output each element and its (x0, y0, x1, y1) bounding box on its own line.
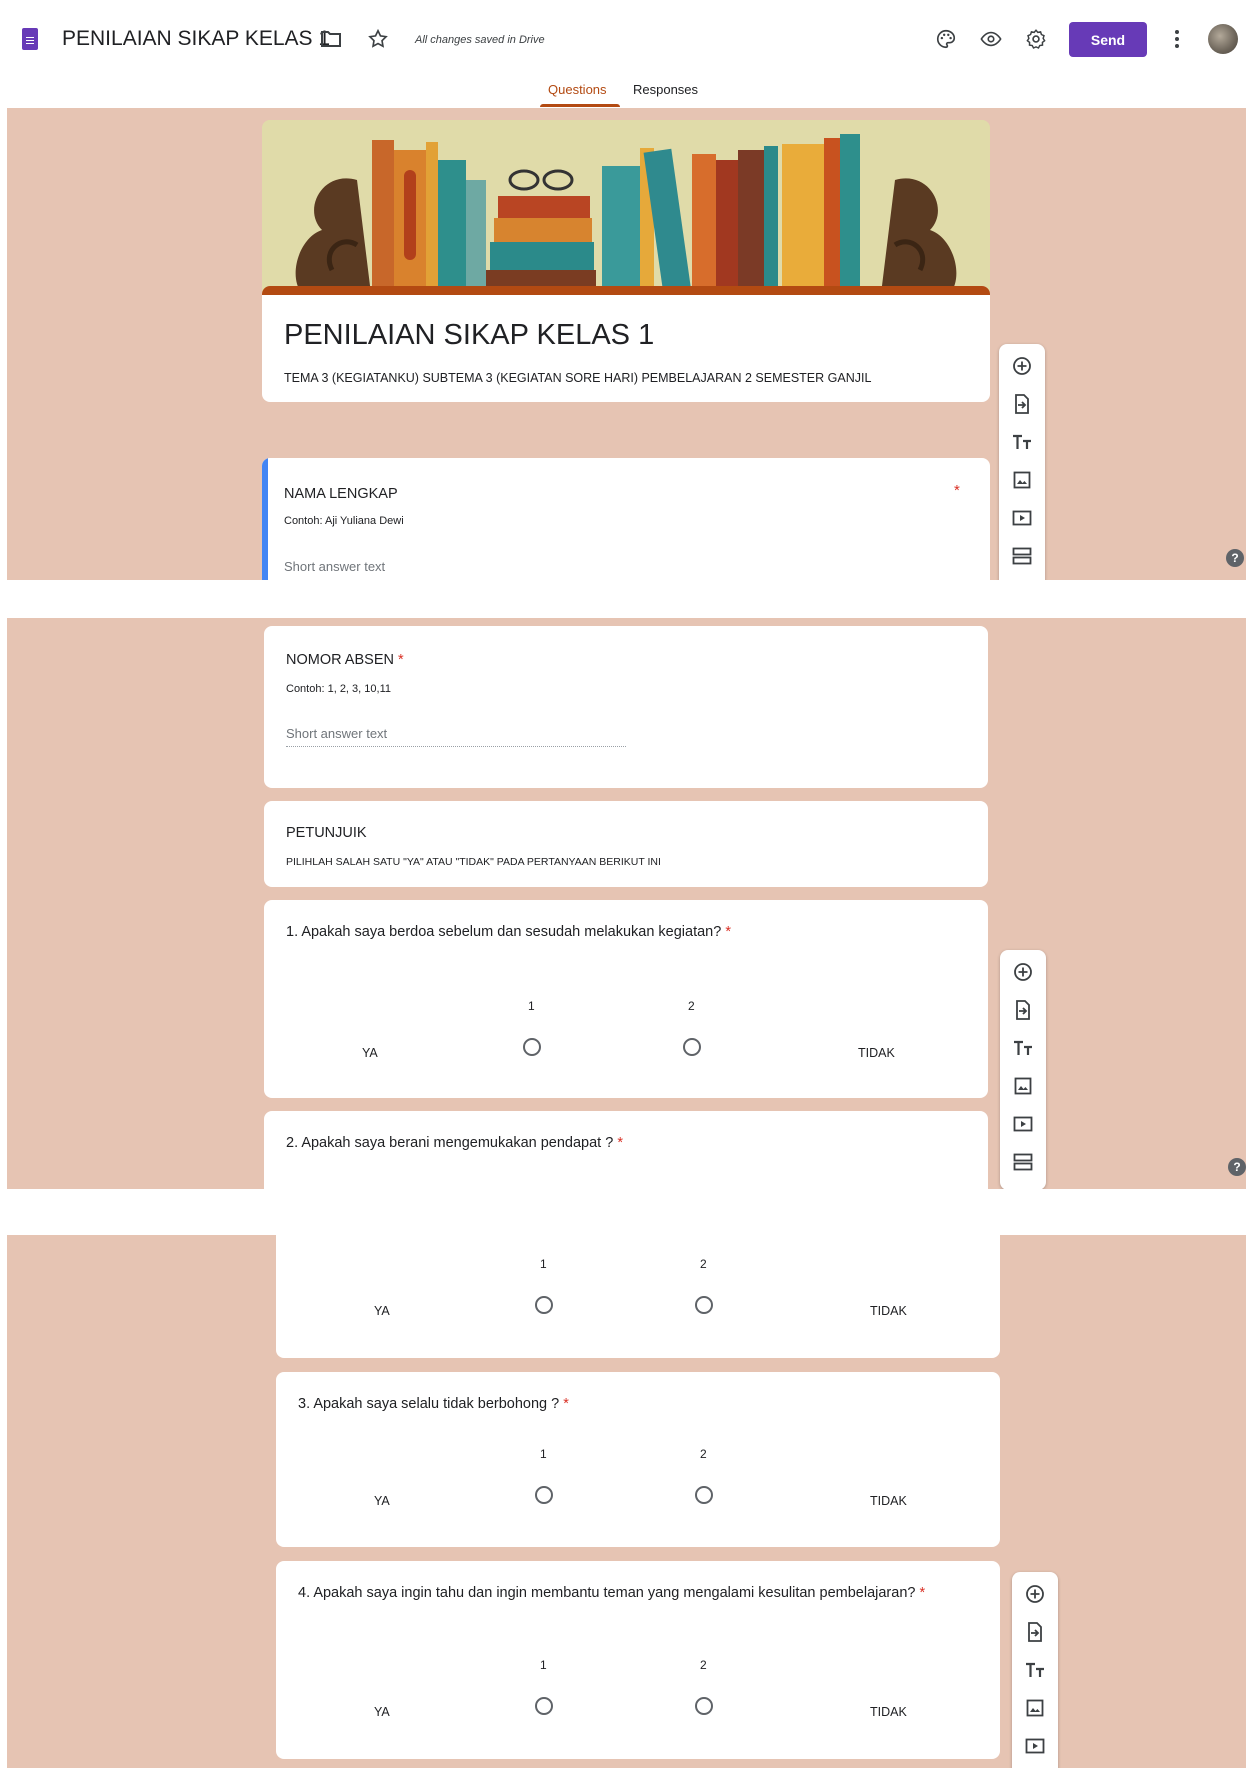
tab-responses[interactable]: Responses (633, 82, 698, 97)
tab-questions[interactable]: Questions (548, 82, 607, 97)
instruction-text: PILIHLAH SALAH SATU "YA" ATAU "TIDAK" PA… (286, 856, 661, 868)
scale-max-label: TIDAK (870, 1304, 907, 1318)
help-icon[interactable]: ? (1228, 1158, 1246, 1176)
radio-option-1[interactable] (535, 1697, 553, 1715)
scale-min-label: YA (374, 1304, 390, 1318)
scale-number-2: 2 (700, 1257, 707, 1271)
radio-option-2[interactable] (683, 1038, 701, 1056)
add-question-icon[interactable] (1023, 1582, 1047, 1606)
question-card-absen[interactable]: NOMOR ABSEN * Contoh: 1, 2, 3, 10,11 Sho… (264, 626, 988, 788)
add-question-icon[interactable] (1011, 960, 1035, 984)
add-question-icon[interactable] (1010, 354, 1034, 378)
question-title[interactable]: NOMOR ABSEN * (286, 652, 404, 668)
import-questions-icon[interactable] (1023, 1620, 1047, 1644)
scale-number-1: 1 (528, 999, 535, 1013)
side-toolbar (1012, 1572, 1058, 1768)
top-bar: PENILAIAN SIKAP KELAS 1 All changes save… (0, 0, 1246, 108)
side-toolbar (999, 344, 1045, 580)
eye-icon[interactable] (977, 25, 1005, 53)
header-image[interactable] (262, 120, 990, 314)
palette-icon[interactable] (932, 25, 960, 53)
scale-min-label: YA (362, 1046, 378, 1060)
question-card-3[interactable]: 3. Apakah saya selalu tidak berbohong ? … (276, 1372, 1000, 1547)
active-tab-indicator (540, 104, 620, 107)
settings-icon[interactable] (1022, 25, 1050, 53)
add-title-icon[interactable] (1011, 1036, 1035, 1060)
radio-option-1[interactable] (535, 1486, 553, 1504)
add-title-icon[interactable] (1023, 1658, 1047, 1682)
question-card-nama[interactable]: NAMA LENGKAP * Contoh: Aji Yuliana Dewi … (262, 458, 990, 580)
saved-status: All changes saved in Drive (415, 34, 545, 46)
short-answer-placeholder: Short answer text (284, 559, 386, 574)
question-hint: Contoh: Aji Yuliana Dewi (284, 515, 404, 527)
question-title[interactable]: NAMA LENGKAP (284, 486, 398, 502)
header-row: PENILAIAN SIKAP KELAS 1 All changes save… (0, 0, 1246, 78)
form-title[interactable]: PENILAIAN SIKAP KELAS 1 (284, 319, 654, 352)
radio-option-2[interactable] (695, 1697, 713, 1715)
tab-bar: Questions Responses (0, 78, 1246, 108)
question-title[interactable]: 1. Apakah saya berdoa sebelum dan sesuda… (286, 924, 731, 940)
scale-number-2: 2 (688, 999, 695, 1013)
add-image-icon[interactable] (1010, 468, 1034, 492)
question-hint: Contoh: 1, 2, 3, 10,11 (286, 683, 391, 695)
question-title[interactable]: 3. Apakah saya selalu tidak berbohong ? … (298, 1396, 569, 1412)
add-image-icon[interactable] (1011, 1074, 1035, 1098)
add-section-icon[interactable] (1011, 1150, 1035, 1174)
import-questions-icon[interactable] (1010, 392, 1034, 416)
question-card-1[interactable]: 1. Apakah saya berdoa sebelum dan sesuda… (264, 900, 988, 1098)
radio-option-1[interactable] (523, 1038, 541, 1056)
form-canvas-bottom: 1 2 YA TIDAK 3. Apakah saya selalu tidak… (7, 1235, 1246, 1768)
scale-max-label: TIDAK (870, 1705, 907, 1719)
header-accent-bar (262, 286, 990, 295)
add-video-icon[interactable] (1023, 1734, 1047, 1758)
add-section-icon[interactable] (1010, 544, 1034, 568)
scale-max-label: TIDAK (870, 1494, 907, 1508)
form-canvas-middle: NOMOR ABSEN * Contoh: 1, 2, 3, 10,11 Sho… (7, 618, 1246, 1189)
form-description[interactable]: TEMA 3 (KEGIATANKU) SUBTEMA 3 (KEGIATAN … (284, 371, 871, 385)
scale-number-2: 2 (700, 1447, 707, 1461)
radio-option-2[interactable] (695, 1296, 713, 1314)
scale-number-1: 1 (540, 1257, 547, 1271)
scale-min-label: YA (374, 1494, 390, 1508)
required-asterisk: * (954, 482, 960, 499)
question-title[interactable]: 4. Apakah saya ingin tahu dan ingin memb… (298, 1585, 925, 1601)
more-vert-icon[interactable] (1163, 25, 1191, 53)
radio-option-1[interactable] (535, 1296, 553, 1314)
help-icon[interactable]: ? (1226, 549, 1244, 567)
instruction-card[interactable]: PETUNJUIK PILIHLAH SALAH SATU "YA" ATAU … (264, 801, 988, 887)
form-name[interactable]: PENILAIAN SIKAP KELAS 1 (62, 27, 330, 51)
scale-min-label: YA (374, 1705, 390, 1719)
avatar[interactable] (1208, 24, 1238, 54)
short-answer-placeholder: Short answer text (286, 726, 388, 741)
radio-option-2[interactable] (695, 1486, 713, 1504)
add-title-icon[interactable] (1010, 430, 1034, 454)
question-card-2-scale[interactable]: 1 2 YA TIDAK (276, 1235, 1000, 1358)
scale-number-1: 1 (540, 1447, 547, 1461)
scale-number-1: 1 (540, 1658, 547, 1672)
scale-max-label: TIDAK (858, 1046, 895, 1060)
star-icon[interactable] (364, 25, 392, 53)
question-card-4[interactable]: 4. Apakah saya ingin tahu dan ingin memb… (276, 1561, 1000, 1759)
add-video-icon[interactable] (1010, 506, 1034, 530)
form-doc-icon[interactable] (22, 28, 38, 50)
selected-indicator (262, 458, 268, 580)
instruction-title[interactable]: PETUNJUIK (286, 825, 367, 841)
side-toolbar (1000, 950, 1046, 1189)
answer-underline (286, 746, 626, 747)
send-button[interactable]: Send (1069, 22, 1147, 57)
import-questions-icon[interactable] (1011, 998, 1035, 1022)
question-card-2[interactable]: 2. Apakah saya berani mengemukakan penda… (264, 1111, 988, 1189)
add-image-icon[interactable] (1023, 1696, 1047, 1720)
question-title[interactable]: 2. Apakah saya berani mengemukakan penda… (286, 1135, 623, 1151)
folder-icon[interactable] (317, 25, 345, 53)
add-video-icon[interactable] (1011, 1112, 1035, 1136)
form-canvas-top: PENILAIAN SIKAP KELAS 1 TEMA 3 (KEGIATAN… (7, 108, 1246, 580)
google-forms-editor: PENILAIAN SIKAP KELAS 1 All changes save… (0, 0, 1246, 1768)
scale-number-2: 2 (700, 1658, 707, 1672)
form-header-card[interactable]: PENILAIAN SIKAP KELAS 1 TEMA 3 (KEGIATAN… (262, 286, 990, 402)
